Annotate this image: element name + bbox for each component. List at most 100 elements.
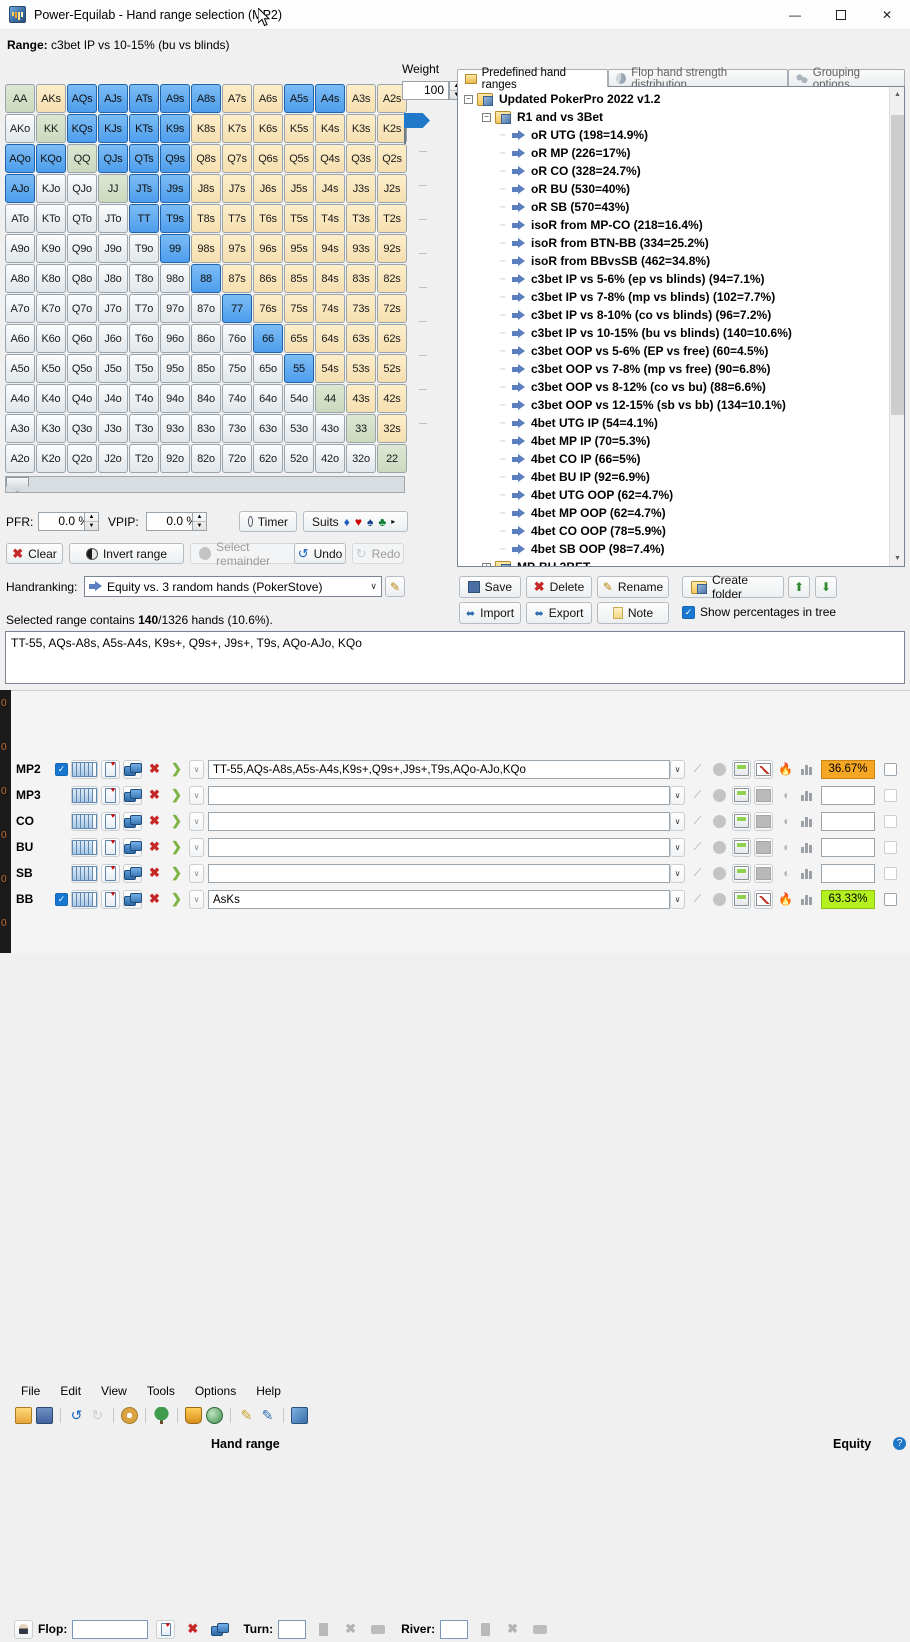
hand-cell-43o[interactable]: 43o — [315, 414, 345, 443]
apply-range-icon[interactable]: ❯ — [167, 864, 186, 883]
hand-cell-Q9o[interactable]: Q9o — [67, 234, 97, 263]
handranking-dropdown[interactable]: Equity vs. 3 random hands (PokerStove) ∨ — [84, 576, 382, 597]
row-select-checkbox[interactable] — [884, 788, 897, 802]
bar-chart-icon[interactable] — [798, 812, 817, 831]
hand-cell-98s[interactable]: 98s — [191, 234, 221, 263]
hand-cell-A9o[interactable]: A9o — [5, 234, 35, 263]
hand-cell-72s[interactable]: 72s — [377, 294, 407, 323]
menu-file[interactable]: File — [11, 1384, 50, 1400]
hand-cell-A7s[interactable]: A7s — [222, 84, 252, 113]
range-history-dropdown-icon[interactable]: ∨ — [189, 759, 204, 779]
calculator-icon[interactable] — [732, 863, 751, 883]
hand-cell-63o[interactable]: 63o — [253, 414, 283, 443]
minimize-button[interactable]: — — [772, 0, 818, 30]
clear-range-icon[interactable]: ✖ — [145, 838, 164, 857]
hand-cell-87o[interactable]: 87o — [191, 294, 221, 323]
hand-cell-A9s[interactable]: A9s — [160, 84, 190, 113]
range-dropdown-icon[interactable]: ∨ — [670, 837, 685, 857]
hand-cell-95o[interactable]: 95o — [160, 354, 190, 383]
note-button[interactable]: Note — [597, 602, 669, 624]
hand-cell-J6o[interactable]: J6o — [98, 324, 128, 353]
row-select-checkbox[interactable] — [884, 840, 897, 854]
hand-cell-JJ[interactable]: JJ — [98, 174, 128, 203]
tree-range-item[interactable]: ┈ 4bet MP OOP (62=4.7%) — [458, 504, 904, 522]
range-dropdown-icon[interactable]: ∨ — [670, 811, 685, 831]
hand-cell-J3o[interactable]: J3o — [98, 414, 128, 443]
apply-range-icon[interactable]: ❯ — [167, 812, 186, 831]
hand-cell-74s[interactable]: 74s — [315, 294, 345, 323]
clear-range-icon[interactable]: ✖ — [145, 760, 164, 779]
hand-cell-Q7o[interactable]: Q7o — [67, 294, 97, 323]
apply-range-icon[interactable]: ❯ — [167, 760, 186, 779]
hand-cell-AA[interactable]: AA — [5, 84, 35, 113]
single-card-icon[interactable] — [101, 837, 120, 857]
hand-cell-94s[interactable]: 94s — [315, 234, 345, 263]
open-folder-icon[interactable] — [15, 1406, 32, 1424]
equity-graph-icon[interactable] — [754, 889, 773, 909]
hand-cell-76s[interactable]: 76s — [253, 294, 283, 323]
hand-cell-62s[interactable]: 62s — [377, 324, 407, 353]
hand-cell-J9o[interactable]: J9o — [98, 234, 128, 263]
scroll-up-icon[interactable]: ▲ — [890, 87, 904, 102]
hand-cell-97s[interactable]: 97s — [222, 234, 252, 263]
hand-cell-T8s[interactable]: T8s — [191, 204, 221, 233]
row-select-checkbox[interactable] — [884, 814, 897, 828]
hand-cell-J8s[interactable]: J8s — [191, 174, 221, 203]
slider-thumb[interactable] — [6, 477, 29, 492]
card-deck-icon[interactable] — [71, 889, 98, 909]
tree-range-item[interactable]: ┈ oR UTG (198=14.9%) — [458, 126, 904, 144]
hand-cell-K9o[interactable]: K9o — [36, 234, 66, 263]
hand-cell-73s[interactable]: 73s — [346, 294, 376, 323]
hand-cell-QQ[interactable]: QQ — [67, 144, 97, 173]
pencil-yellow-icon[interactable]: ✎ — [238, 1407, 255, 1424]
hand-cell-32o[interactable]: 32o — [346, 444, 376, 473]
hand-cell-K8o[interactable]: K8o — [36, 264, 66, 293]
range-history-dropdown-icon[interactable]: ∨ — [189, 837, 204, 857]
hand-cell-55[interactable]: 55 — [284, 354, 314, 383]
timer-button[interactable]: Timer — [239, 511, 297, 532]
row-select-checkbox[interactable] — [884, 866, 897, 880]
menu-edit[interactable]: Edit — [50, 1384, 91, 1400]
hand-cell-82o[interactable]: 82o — [191, 444, 221, 473]
player-icon[interactable] — [14, 1619, 33, 1639]
range-dropdown-icon[interactable]: ∨ — [670, 785, 685, 805]
hand-cell-99[interactable]: 99 — [160, 234, 190, 263]
weight-marker-icon[interactable] — [404, 113, 430, 128]
tree-range-item[interactable]: ┈ c3bet IP vs 8-10% (co vs blinds) (96=7.… — [458, 306, 904, 324]
save-button[interactable]: Save — [459, 576, 521, 598]
vpip-stepper[interactable]: ▲ ▼ — [192, 512, 207, 531]
hand-cell-J5s[interactable]: J5s — [284, 174, 314, 203]
hand-cell-86s[interactable]: 86s — [253, 264, 283, 293]
tree-range-item[interactable]: ┈ isoR from BBvsSB (462=34.8%) — [458, 252, 904, 270]
bar-chart-icon[interactable] — [798, 838, 817, 857]
bar-chart-icon[interactable] — [798, 786, 817, 805]
hand-cell-KQo[interactable]: KQo — [36, 144, 66, 173]
hand-range-input[interactable] — [208, 837, 670, 857]
calculator-icon[interactable] — [732, 837, 751, 857]
range-text-area[interactable]: TT-55, AQs-A8s, A5s-A4s, K9s+, Q9s+, J9s… — [5, 631, 905, 684]
hand-cell-T4s[interactable]: T4s — [315, 204, 345, 233]
hand-cell-75o[interactable]: 75o — [222, 354, 252, 383]
flop-input[interactable] — [72, 1619, 149, 1639]
hand-cell-Q6o[interactable]: Q6o — [67, 324, 97, 353]
calculator-icon[interactable] — [732, 759, 751, 779]
undo-button[interactable]: ↺ Undo — [294, 543, 346, 564]
hand-cell-54s[interactable]: 54s — [315, 354, 345, 383]
hand-cell-84o[interactable]: 84o — [191, 384, 221, 413]
hand-cell-83s[interactable]: 83s — [346, 264, 376, 293]
hand-cell-K3o[interactable]: K3o — [36, 414, 66, 443]
card-deck-icon[interactable] — [71, 863, 98, 883]
hand-cell-KTs[interactable]: KTs — [129, 114, 159, 143]
tree-range-item[interactable]: ┈ isoR from BTN-BB (334=25.2%) — [458, 234, 904, 252]
hand-cell-Q7s[interactable]: Q7s — [222, 144, 252, 173]
hand-cell-64o[interactable]: 64o — [253, 384, 283, 413]
hand-cell-Q2o[interactable]: Q2o — [67, 444, 97, 473]
bar-chart-icon[interactable] — [798, 890, 817, 909]
row-select-checkbox[interactable] — [884, 762, 897, 776]
hand-matrix-grid[interactable]: AA AKs AQs AJs ATs A9s A8s A7s A6s A5s A4s A3s A2s AK… — [5, 84, 407, 473]
hand-cell-J7o[interactable]: J7o — [98, 294, 128, 323]
hand-cell-T2o[interactable]: T2o — [129, 444, 159, 473]
hand-cell-52o[interactable]: 52o — [284, 444, 314, 473]
hand-cell-TT[interactable]: TT — [129, 204, 159, 233]
position-enable-checkbox[interactable]: ✓ — [55, 892, 68, 906]
